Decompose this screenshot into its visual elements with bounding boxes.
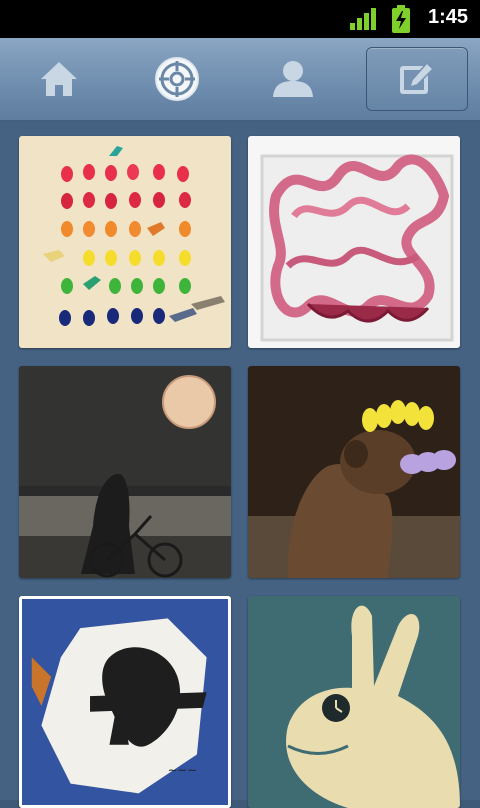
tab-profile[interactable] (238, 38, 348, 120)
giraffe-graffiti-photo[interactable]: ~~~ (19, 596, 231, 808)
top-tab-bar (0, 38, 480, 122)
svg-text:~~~: ~~~ (168, 763, 197, 777)
signal-bars-icon (350, 8, 376, 30)
rabbit-clock-illustration-photo[interactable] (248, 596, 460, 808)
pink-glass-vase-photo[interactable] (248, 136, 460, 348)
person-icon (273, 61, 313, 97)
dog-with-peeps-photo[interactable] (248, 366, 460, 578)
status-bar: 1:45 (0, 0, 480, 38)
battery-charging-icon (392, 5, 410, 33)
moon-bicycle-night-photo[interactable] (19, 366, 231, 578)
jelly-beans-grid-photo[interactable] (19, 136, 231, 348)
status-clock: 1:45 (428, 6, 469, 28)
tab-home[interactable] (4, 38, 114, 120)
compose-button[interactable] (366, 47, 468, 111)
compose-edit-icon (400, 61, 435, 94)
photo-grid: ~~~ (0, 122, 480, 808)
explore-target-icon (155, 57, 199, 101)
tab-explore[interactable] (122, 38, 232, 120)
home-icon (41, 62, 77, 96)
